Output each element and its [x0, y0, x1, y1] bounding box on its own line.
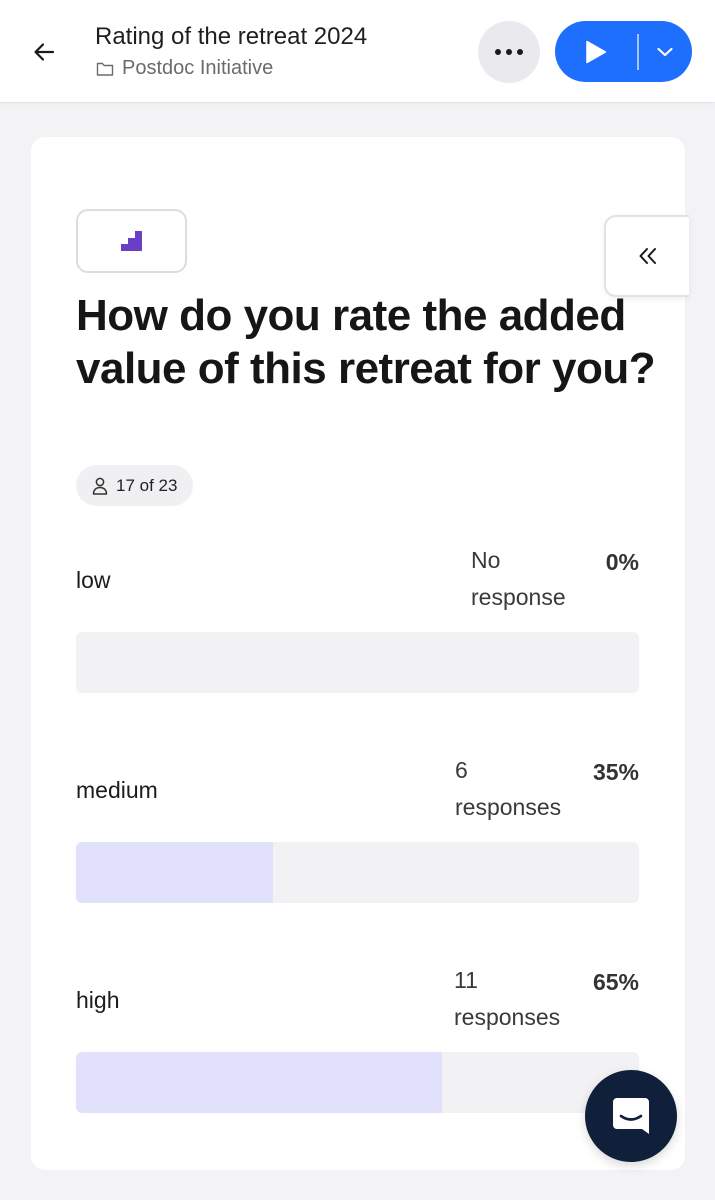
option-bar-track: [76, 1052, 639, 1113]
folder-icon: [96, 62, 114, 76]
option-bar-track: [76, 842, 639, 903]
option-label: medium: [76, 777, 158, 803]
presentation-title-block: Rating of the retreat 2024 Postdoc Initi…: [95, 20, 367, 80]
folder-name: Postdoc Initiative: [122, 57, 274, 79]
option-count-line: 6: [455, 757, 468, 783]
option-count-line: responses: [454, 1004, 561, 1030]
option-label: low: [76, 567, 111, 593]
option-label: high: [76, 987, 120, 1013]
collapse-panel-button[interactable]: [604, 215, 689, 297]
option-response-count: 6 responses: [455, 752, 585, 826]
option-bar-fill: [76, 842, 274, 903]
option-percent: 0%: [605, 549, 639, 575]
chat-bubble-icon: [613, 1098, 649, 1134]
arrow-left-icon: [34, 43, 55, 61]
more-options-button[interactable]: [478, 21, 540, 83]
user-icon: [92, 477, 108, 495]
question-text: How do you rate the added value of this …: [76, 291, 656, 393]
option-response-count: No response: [471, 542, 601, 616]
scales-bar-icon: [120, 231, 142, 251]
support-chat-button[interactable]: [585, 1070, 677, 1162]
double-chevron-left-icon: [639, 248, 656, 264]
present-menu-toggle[interactable]: [639, 21, 693, 82]
option-percent: 65%: [592, 969, 639, 995]
option-bar-track: [76, 632, 639, 693]
respondent-count: 17 of 23: [116, 475, 178, 495]
question-type-badge: [76, 209, 187, 273]
option-bar-fill: [76, 1052, 442, 1113]
question-results-card: How do you rate the added value of this …: [31, 137, 689, 1170]
present-button[interactable]: [555, 21, 692, 82]
option-count-line: 11: [454, 967, 478, 993]
respondent-count-badge: 17 of 23: [76, 465, 194, 506]
present-play-area[interactable]: [555, 21, 637, 82]
top-bar: Rating of the retreat 2024 Postdoc Initi…: [0, 0, 715, 103]
option-count-line: No: [471, 547, 501, 573]
back-button[interactable]: [26, 34, 62, 70]
more-dots-icon: [493, 49, 526, 55]
folder-breadcrumb[interactable]: Postdoc Initiative: [95, 57, 367, 80]
option-count-line: response: [471, 584, 566, 610]
play-icon: [586, 40, 607, 63]
option-count-line: responses: [455, 794, 562, 820]
option-percent: 35%: [592, 759, 639, 785]
presentation-title[interactable]: Rating of the retreat 2024: [95, 20, 367, 54]
chevron-down-icon: [657, 47, 673, 56]
option-response-count: 11 responses: [454, 962, 584, 1036]
